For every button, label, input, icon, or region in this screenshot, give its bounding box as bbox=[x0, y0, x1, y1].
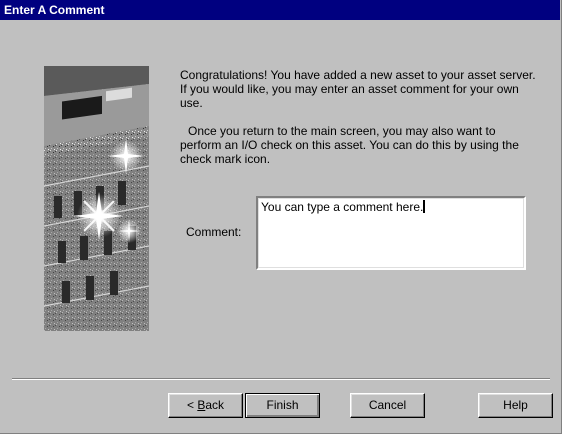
comment-value: You can type a comment here. bbox=[261, 200, 424, 214]
comment-input-text[interactable]: You can type a comment here. bbox=[261, 200, 426, 214]
comment-label: Comment: bbox=[186, 225, 242, 239]
intro-message: Congratulations! You have added a new as… bbox=[180, 68, 536, 110]
button-separator bbox=[12, 378, 550, 380]
back-prefix: < bbox=[186, 398, 198, 412]
text-caret bbox=[423, 200, 426, 213]
comment-input[interactable]: You can type a comment here. bbox=[256, 196, 526, 270]
enter-comment-dialog: Enter A Comment Congratulations! You hav… bbox=[0, 0, 562, 434]
back-label-rest: ack bbox=[205, 398, 225, 412]
help-button[interactable]: Help bbox=[478, 393, 553, 418]
cancel-button[interactable]: Cancel bbox=[350, 393, 425, 418]
back-button[interactable]: < Back bbox=[168, 393, 243, 418]
wizard-equipment-image bbox=[44, 66, 149, 331]
dialog-title: Enter A Comment bbox=[0, 0, 560, 20]
finish-button[interactable]: Finish bbox=[245, 393, 320, 418]
io-check-message: Once you return to the main screen, you … bbox=[180, 124, 519, 166]
